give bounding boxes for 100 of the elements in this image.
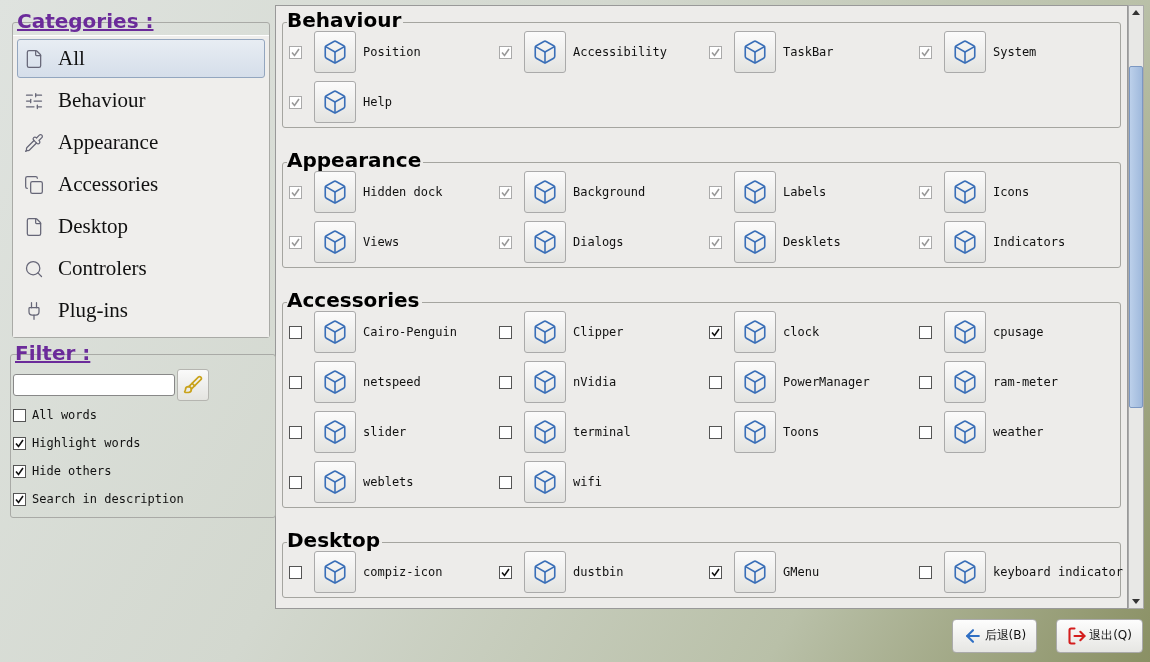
applet-button[interactable] <box>944 311 986 353</box>
applet-label: weather <box>993 425 1044 439</box>
applet-button[interactable] <box>314 311 356 353</box>
checkbox[interactable] <box>709 425 722 439</box>
checkbox[interactable] <box>709 325 722 339</box>
checkbox[interactable] <box>709 375 722 389</box>
applet-button[interactable] <box>944 171 986 213</box>
applet-label: Accessibility <box>573 45 667 59</box>
category-item[interactable]: Plug-ins <box>17 291 265 330</box>
option-label: Hide others <box>32 464 112 478</box>
applet-button[interactable] <box>524 171 566 213</box>
applet-label: Labels <box>783 185 827 199</box>
applet-label: GMenu <box>783 565 820 579</box>
applet-button[interactable] <box>734 221 776 263</box>
applet-button[interactable] <box>524 221 566 263</box>
applet-button[interactable] <box>734 171 776 213</box>
category-item[interactable]: Behaviour <box>17 81 265 120</box>
applet-button[interactable] <box>524 311 566 353</box>
applet-button[interactable] <box>314 221 356 263</box>
applet-button[interactable] <box>314 361 356 403</box>
down-arrow-icon <box>1132 599 1140 604</box>
box-icon <box>952 39 978 65</box>
box-icon <box>742 559 768 585</box>
checkbox[interactable] <box>13 492 26 506</box>
scrollbar-thumb[interactable] <box>1129 66 1143 408</box>
applet-button[interactable] <box>734 411 776 453</box>
applet-button[interactable] <box>944 31 986 73</box>
applet-button[interactable] <box>524 461 566 503</box>
applet-button[interactable] <box>734 551 776 593</box>
box-icon <box>322 559 348 585</box>
applet-button[interactable] <box>314 31 356 73</box>
box-icon <box>952 179 978 205</box>
box-icon <box>532 369 558 395</box>
box-icon <box>322 89 348 115</box>
applet-label: Toons <box>783 425 820 439</box>
checkbox[interactable] <box>289 325 302 339</box>
scrollbar[interactable] <box>1128 5 1144 609</box>
back-button[interactable]: 后退(B) <box>951 618 1038 653</box>
box-icon <box>532 319 558 345</box>
checkbox[interactable] <box>499 375 512 389</box>
category-item[interactable]: Accessories <box>17 165 265 204</box>
applet-label: weblets <box>363 475 414 489</box>
filter-field[interactable] <box>13 374 175 396</box>
checkbox[interactable] <box>499 425 512 439</box>
checkbox[interactable] <box>499 325 512 339</box>
applet-label: Clipper <box>573 325 624 339</box>
applet-button[interactable] <box>314 81 356 123</box>
checkbox[interactable] <box>499 475 512 489</box>
option-label: All words <box>32 408 98 422</box>
applet-button[interactable] <box>944 221 986 263</box>
applet-label: netspeed <box>363 375 421 389</box>
category-item[interactable]: Appearance <box>17 123 265 162</box>
applet-button[interactable] <box>944 551 986 593</box>
checkbox[interactable] <box>919 325 932 339</box>
applet-button[interactable] <box>524 361 566 403</box>
applet-button[interactable] <box>314 551 356 593</box>
box-icon <box>322 469 348 495</box>
applet-label: Help <box>363 95 392 109</box>
checkbox[interactable] <box>709 565 722 579</box>
applet-label: cpusage <box>993 325 1044 339</box>
category-item[interactable]: Controlers <box>17 249 265 288</box>
applet-button[interactable] <box>734 311 776 353</box>
checkbox[interactable] <box>919 375 932 389</box>
box-icon <box>742 369 768 395</box>
checkbox[interactable] <box>289 375 302 389</box>
box-icon <box>532 179 558 205</box>
checkbox[interactable] <box>289 425 302 439</box>
checkbox[interactable] <box>13 464 26 478</box>
applet-label: Position <box>363 45 421 59</box>
applet-button[interactable] <box>314 171 356 213</box>
applet-button[interactable] <box>944 361 986 403</box>
category-item[interactable]: Desktop <box>17 207 265 246</box>
box-icon <box>742 229 768 255</box>
checkbox[interactable] <box>13 408 26 422</box>
exit-icon <box>1067 625 1088 646</box>
checkbox[interactable] <box>919 425 932 439</box>
applet-label: dustbin <box>573 565 624 579</box>
checkbox[interactable] <box>289 475 302 489</box>
applet-button[interactable] <box>314 461 356 503</box>
categories-title: Categories : <box>17 9 154 33</box>
applet-label: terminal <box>573 425 631 439</box>
applet-button[interactable] <box>524 31 566 73</box>
applet-button[interactable] <box>734 361 776 403</box>
checkbox[interactable] <box>289 565 302 579</box>
quit-button[interactable]: 退出(Q) <box>1056 618 1143 653</box>
applet-label: System <box>993 45 1037 59</box>
applet-button[interactable] <box>734 31 776 73</box>
category-item[interactable]: All <box>17 39 265 78</box>
applet-button[interactable] <box>944 411 986 453</box>
applet-button[interactable] <box>524 551 566 593</box>
box-icon <box>742 319 768 345</box>
applet-label: compiz-icon <box>363 565 443 579</box>
checkbox[interactable] <box>919 565 932 579</box>
applet-button[interactable] <box>524 411 566 453</box>
checkbox[interactable] <box>499 565 512 579</box>
checkbox[interactable] <box>13 436 26 450</box>
box-icon <box>532 39 558 65</box>
applet-label: Icons <box>993 185 1030 199</box>
box-icon <box>952 369 978 395</box>
applet-button[interactable] <box>314 411 356 453</box>
